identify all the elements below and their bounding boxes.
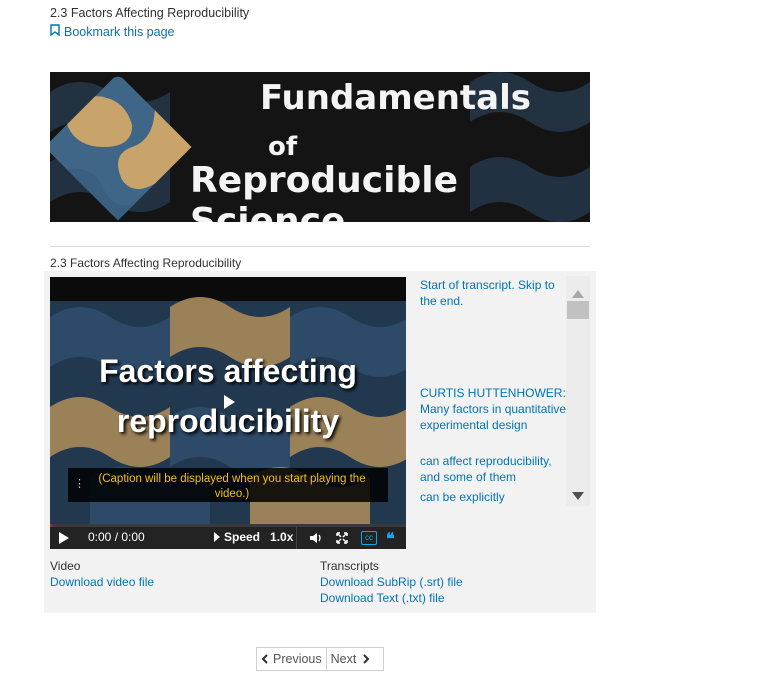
- transcript-line[interactable]: CURTIS HUTTENHOWER: Many factors in quan…: [420, 385, 568, 433]
- play-button[interactable]: [58, 532, 70, 547]
- play-overlay-icon[interactable]: [220, 393, 238, 416]
- play-icon: [59, 532, 69, 544]
- fullscreen-icon: [336, 532, 348, 544]
- transcripts-label: Transcripts: [320, 559, 379, 573]
- video-player[interactable]: Factors affecting reproducibility: [50, 277, 406, 549]
- next-button[interactable]: Next: [327, 648, 375, 670]
- section-divider: [50, 246, 590, 247]
- speed-control[interactable]: Speed 1.0x: [214, 530, 293, 544]
- course-banner: Fundamentals of Reproducible Science: [50, 72, 590, 222]
- bookmark-link[interactable]: Bookmark this page: [50, 24, 174, 39]
- fullscreen-button[interactable]: [336, 532, 348, 547]
- caption-menu-icon[interactable]: ⋮: [74, 477, 85, 492]
- cc-button[interactable]: cc: [361, 531, 377, 545]
- video-controls: 0:00 / 0:00 Speed 1.0x cc ❝: [50, 527, 406, 549]
- download-video-link[interactable]: Download video file: [50, 575, 154, 589]
- previous-button[interactable]: Previous: [257, 648, 326, 670]
- video-heading: 2.3 Factors Affecting Reproducibility: [50, 256, 242, 270]
- cc-label: cc: [365, 533, 373, 542]
- download-txt-link[interactable]: Download Text (.txt) file: [320, 591, 445, 605]
- chevron-right-icon: [363, 654, 370, 664]
- transcript-line[interactable]: can affect reproducibility, and some of …: [420, 453, 568, 485]
- sequence-pager: Previous Next: [256, 647, 384, 671]
- chevron-left-icon: [261, 654, 268, 664]
- bookmark-label: Bookmark this page: [64, 24, 175, 39]
- slide-title-line1: Factors affecting: [99, 353, 357, 389]
- video-downloads-label: Video: [50, 559, 81, 573]
- transcript-toggle-button[interactable]: ❝: [386, 529, 395, 549]
- transcript-panel[interactable]: Start of transcript. Skip to the end. CU…: [414, 276, 590, 506]
- transcript-line[interactable]: Start of transcript. Skip to the end.: [420, 277, 568, 309]
- control-separator: [296, 527, 297, 549]
- banner-line2: of: [268, 132, 298, 162]
- scroll-down-icon[interactable]: [572, 487, 584, 505]
- next-label: Next: [330, 652, 357, 666]
- transcript-scrollbar[interactable]: [566, 276, 590, 506]
- unit-title: 2.3 Factors Affecting Reproducibility: [50, 6, 250, 20]
- previous-label: Previous: [273, 652, 322, 666]
- banner-line3: Reproducible Science: [190, 160, 458, 222]
- volume-icon: [310, 533, 321, 543]
- banner-line1: Fundamentals: [260, 78, 532, 118]
- caption-text: (Caption will be displayed when you star…: [98, 473, 366, 500]
- scroll-thumb[interactable]: [567, 301, 589, 319]
- caption-overlay: ⋮ (Caption will be displayed when you st…: [68, 468, 388, 502]
- speed-label: Speed: [224, 530, 261, 544]
- transcript-line[interactable]: can be explicitly: [420, 489, 568, 505]
- bookmark-icon: [50, 24, 60, 39]
- quote-icon: ❝: [386, 531, 395, 548]
- video-time: 0:00 / 0:00: [88, 530, 145, 544]
- speed-value: 1.0x: [270, 530, 294, 544]
- speed-arrow-icon: [214, 532, 220, 542]
- volume-button[interactable]: [309, 532, 323, 547]
- download-srt-link[interactable]: Download SubRip (.srt) file: [320, 575, 463, 589]
